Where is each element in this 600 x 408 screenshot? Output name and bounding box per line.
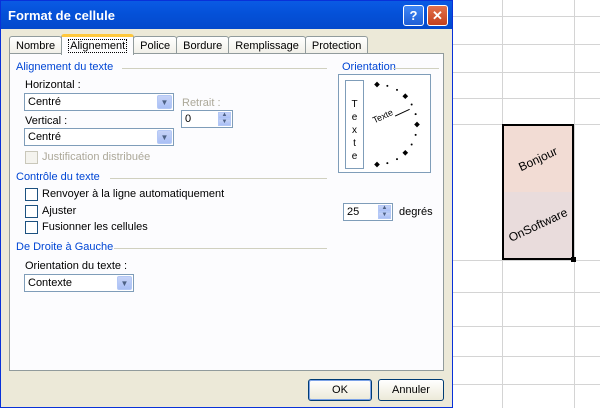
row-gridline	[453, 356, 600, 357]
row-gridline	[453, 98, 600, 99]
fill-handle[interactable]	[571, 257, 576, 262]
chevron-down-icon[interactable]: ▼	[157, 130, 172, 144]
orientation-dial-text: Texte	[371, 107, 395, 125]
tab-nombre[interactable]: Nombre	[9, 36, 63, 54]
vertical-text-letter: T	[351, 99, 358, 110]
selected-cell-range[interactable]: Bonjour OnSoftware	[502, 124, 576, 262]
text-direction-label: Orientation du texte :	[25, 260, 128, 272]
horizontal-align-value: Centré	[28, 96, 62, 108]
dialog-title: Format de cellule	[8, 7, 115, 23]
spin-up-icon[interactable]: ▲	[218, 112, 231, 119]
tab-protection[interactable]: Protection	[304, 36, 369, 54]
text-direction-value: Contexte	[28, 277, 73, 289]
group-divider	[122, 68, 327, 69]
row-gridline	[453, 72, 600, 73]
row-gridline	[453, 384, 600, 385]
degrees-label: degrés	[399, 206, 433, 218]
vertical-text-letter: x	[352, 125, 357, 136]
indent-value: 0	[185, 113, 192, 125]
group-divider	[393, 68, 439, 69]
spin-down-icon[interactable]: ▼	[378, 212, 391, 219]
dial-tick	[414, 113, 417, 116]
merge-cells-label: Fusionner les cellules	[42, 221, 148, 233]
dialog-title-bar[interactable]: Format de cellule ? ✕	[1, 1, 452, 29]
alignment-panel: Alignement du texte Horizontal : Centré …	[9, 53, 444, 371]
dial-tick	[374, 161, 380, 168]
dial-tick	[374, 81, 380, 88]
vertical-text-letter: t	[353, 138, 356, 149]
wrap-text-checkbox[interactable]	[25, 188, 38, 201]
orientation-group-title: Orientation	[342, 61, 396, 73]
text-direction-select[interactable]: Contexte ▼	[24, 274, 134, 292]
row-gridline	[453, 260, 600, 261]
vertical-text-toggle[interactable]: T e x t e	[345, 80, 364, 169]
indent-stepper[interactable]: 0 ▲ ▼	[181, 110, 233, 128]
tab-police[interactable]: Police	[133, 36, 178, 54]
text-alignment-group-title: Alignement du texte	[16, 61, 114, 73]
dial-tick	[414, 133, 417, 136]
column-gridline	[574, 0, 575, 408]
shrink-to-fit-checkbox[interactable]	[25, 205, 38, 218]
row-gridline	[453, 326, 600, 327]
wrap-text-label: Renvoyer à la ligne automatiquement	[42, 188, 225, 200]
merge-cells-checkbox[interactable]	[25, 221, 38, 234]
cell-bonjour[interactable]: Bonjour	[504, 126, 572, 192]
chevron-down-icon[interactable]: ▼	[117, 276, 132, 290]
orientation-needle	[394, 108, 410, 117]
cell-onsoftware-text: OnSoftware	[506, 205, 570, 245]
group-divider	[114, 248, 327, 249]
text-control-group-title: Contrôle du texte	[16, 171, 100, 183]
indent-spin-buttons: ▲ ▼	[218, 112, 231, 126]
cancel-button[interactable]: Annuler	[378, 379, 444, 401]
cell-onsoftware[interactable]: OnSoftware	[504, 192, 572, 258]
chevron-down-icon[interactable]: ▼	[157, 95, 172, 109]
row-gridline	[453, 16, 600, 17]
vertical-text-letter: e	[351, 151, 358, 162]
spin-down-icon[interactable]: ▼	[218, 119, 231, 126]
degrees-spin-buttons: ▲ ▼	[378, 205, 391, 219]
degrees-value: 25	[347, 206, 360, 218]
tab-bar: Nombre Alignement Police Bordure Remplis…	[9, 34, 369, 55]
justify-distributed-label: Justification distribuée	[42, 151, 151, 163]
shrink-to-fit-label: Ajuster	[42, 205, 77, 217]
dial-tick	[402, 149, 409, 156]
group-divider	[110, 178, 327, 179]
dial-tick	[414, 121, 420, 128]
row-gridline	[453, 292, 600, 293]
orientation-dial[interactable]: Texte	[369, 78, 429, 171]
cell-bonjour-text: Bonjour	[516, 143, 560, 175]
degrees-stepper[interactable]: 25 ▲ ▼	[343, 203, 393, 221]
horizontal-label: Horizontal :	[25, 79, 81, 91]
vertical-label: Vertical :	[25, 115, 68, 127]
orientation-control[interactable]: T e x t e Texte	[338, 74, 431, 173]
vertical-align-select[interactable]: Centré ▼	[24, 128, 174, 146]
tab-bordure[interactable]: Bordure	[176, 36, 230, 54]
horizontal-align-select[interactable]: Centré ▼	[24, 93, 174, 111]
tab-alignement-label: Alignement	[68, 39, 128, 53]
tab-remplissage[interactable]: Remplissage	[228, 36, 306, 54]
dial-tick	[402, 93, 409, 100]
dial-tick	[396, 158, 398, 161]
format-cells-dialog: Format de cellule ? ✕ Nombre Alignement …	[0, 0, 453, 408]
row-gridline	[453, 44, 600, 45]
right-to-left-group-title: De Droite à Gauche	[16, 241, 114, 253]
vertical-text-letter: e	[351, 112, 358, 123]
tab-alignement[interactable]: Alignement	[61, 34, 135, 55]
dial-tick	[386, 162, 389, 165]
ok-button[interactable]: OK	[308, 379, 372, 401]
vertical-align-value: Centré	[28, 131, 62, 143]
dial-tick	[386, 84, 389, 87]
justify-distributed-checkbox[interactable]	[25, 151, 38, 164]
dial-tick	[410, 143, 413, 146]
indent-label: Retrait :	[182, 97, 221, 109]
close-icon[interactable]: ✕	[427, 5, 448, 26]
spin-up-icon[interactable]: ▲	[378, 205, 391, 212]
help-icon[interactable]: ?	[403, 5, 424, 26]
dial-tick	[396, 88, 398, 91]
dial-tick	[410, 103, 413, 106]
